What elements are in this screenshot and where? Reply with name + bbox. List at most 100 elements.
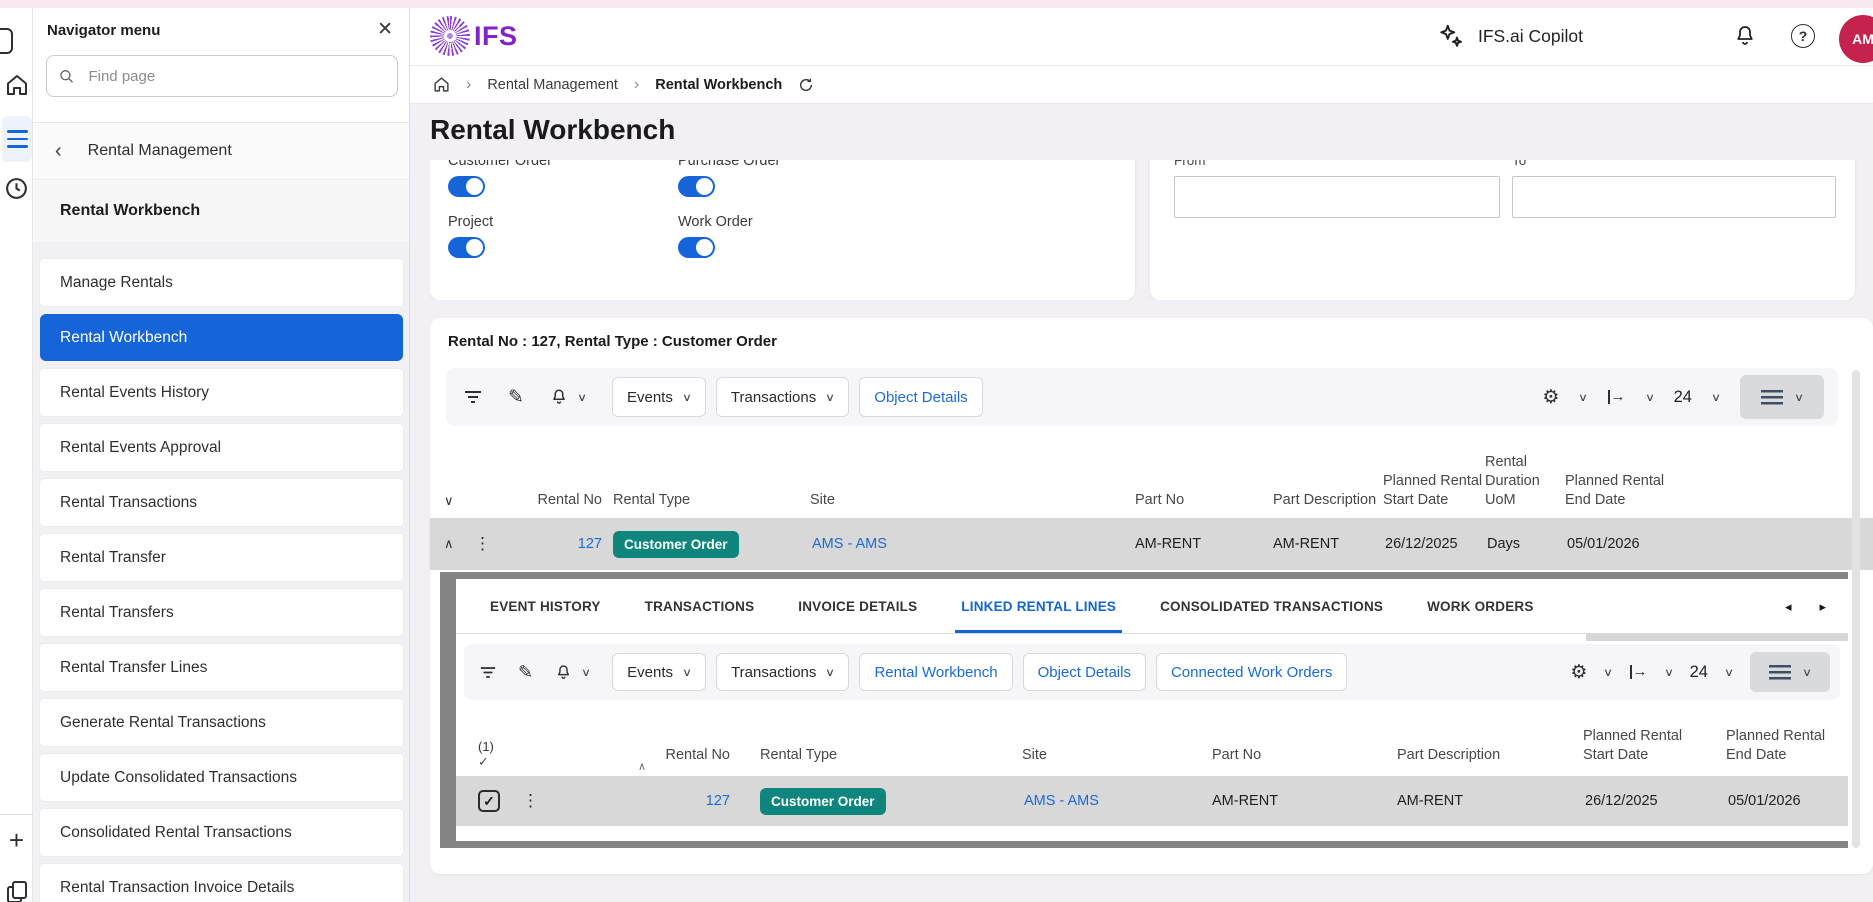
help-icon[interactable]: ? bbox=[1791, 24, 1815, 48]
user-avatar[interactable]: AM bbox=[1839, 15, 1873, 63]
collapse-row-icon[interactable]: ∧ bbox=[444, 518, 454, 570]
col-planned-end[interactable]: Planned Rental End Date bbox=[1565, 472, 1677, 510]
row-menu-kebab-icon[interactable]: ⋮ bbox=[474, 518, 491, 570]
chevron-down-icon[interactable]: ∨ bbox=[1724, 666, 1734, 679]
tabs-scroll-right-icon[interactable]: ▸ bbox=[1819, 599, 1826, 615]
collapse-all-icon[interactable]: ∨ bbox=[444, 491, 454, 510]
col-planned-start[interactable]: Planned Rental Start Date bbox=[1383, 472, 1495, 510]
home-icon[interactable] bbox=[0, 72, 33, 98]
tab-consolidated-transactions[interactable]: CONSOLIDATED TRANSACTIONS bbox=[1160, 579, 1383, 633]
rental-workbench-button[interactable]: Rental Workbench bbox=[859, 653, 1013, 691]
notifications-bell-icon[interactable] bbox=[1733, 24, 1757, 48]
edit-pencil-icon[interactable]: ✎ bbox=[518, 662, 533, 683]
transactions-dropdown[interactable]: Transactions ∨ bbox=[716, 653, 850, 691]
object-details-button[interactable]: Object Details bbox=[1022, 653, 1146, 691]
chevron-down-icon[interactable]: ∨ bbox=[1603, 666, 1613, 679]
select-all-header[interactable]: (1) ✓ bbox=[478, 739, 494, 769]
col-rental-type[interactable]: Rental Type bbox=[613, 491, 690, 510]
chevron-down-icon[interactable]: ∨ bbox=[1664, 666, 1674, 679]
export-icon[interactable]: → bbox=[1607, 389, 1626, 404]
chevron-down-icon[interactable]: ∨ bbox=[577, 391, 587, 404]
col-part-description[interactable]: Part Description bbox=[1397, 746, 1500, 765]
history-icon[interactable] bbox=[0, 176, 33, 201]
object-details-button[interactable]: Object Details bbox=[859, 377, 983, 417]
chevron-down-icon[interactable]: ∨ bbox=[1645, 391, 1655, 404]
search-input[interactable] bbox=[88, 67, 385, 85]
events-dropdown[interactable]: Events ∨ bbox=[612, 653, 707, 691]
col-duration-uom[interactable]: Rental Duration UoM bbox=[1485, 453, 1557, 510]
tabs-scrollbar[interactable] bbox=[1586, 634, 1848, 641]
settings-gear-icon[interactable]: ⚙ bbox=[1570, 661, 1587, 684]
sidebar-item-update-consolidated-transactions[interactable]: Update Consolidated Transactions bbox=[40, 754, 403, 801]
sidebar-item-rental-events-approval[interactable]: Rental Events Approval bbox=[40, 424, 403, 471]
site-link[interactable]: AMS - AMS bbox=[1024, 776, 1099, 826]
pages-icon[interactable] bbox=[0, 874, 33, 902]
connected-work-orders-button[interactable]: Connected Work Orders bbox=[1155, 653, 1348, 691]
settings-gear-icon[interactable]: ⚙ bbox=[1542, 386, 1559, 409]
sidebar-item-consolidated-rental-transactions[interactable]: Consolidated Rental Transactions bbox=[40, 809, 403, 856]
sidebar-item-rental-transfer[interactable]: Rental Transfer bbox=[40, 534, 403, 581]
from-input[interactable] bbox=[1175, 177, 1499, 217]
breadcrumb-rental-management[interactable]: Rental Management bbox=[487, 77, 618, 93]
refresh-icon[interactable] bbox=[798, 77, 814, 93]
customer-order-toggle[interactable] bbox=[448, 176, 485, 197]
site-link[interactable]: AMS - AMS bbox=[812, 518, 887, 570]
col-part-no[interactable]: Part No bbox=[1135, 491, 1184, 510]
add-icon[interactable]: + bbox=[0, 826, 33, 854]
col-planned-end[interactable]: Planned Rental End Date bbox=[1726, 727, 1838, 765]
sidebar-item-rental-transaction-invoice-details[interactable]: Rental Transaction Invoice Details bbox=[40, 864, 403, 902]
purchase-order-toggle[interactable] bbox=[678, 176, 715, 197]
breadcrumb-home-icon[interactable] bbox=[433, 76, 450, 93]
chevron-down-icon[interactable]: ∨ bbox=[1578, 391, 1588, 404]
sidebar-item-manage-rentals[interactable]: Manage Rentals bbox=[40, 259, 403, 306]
col-rental-no[interactable]: Rental No bbox=[642, 746, 730, 765]
sidebar-item-rental-events-history[interactable]: Rental Events History bbox=[40, 369, 403, 416]
row-menu-kebab-icon[interactable]: ⋮ bbox=[522, 776, 539, 826]
sidebar-item-rental-transactions[interactable]: Rental Transactions bbox=[40, 479, 403, 526]
export-icon[interactable]: → bbox=[1629, 664, 1648, 679]
subscribe-bell-icon[interactable] bbox=[555, 664, 572, 681]
page-size-value[interactable]: 24 bbox=[1674, 388, 1692, 407]
tab-event-history[interactable]: EVENT HISTORY bbox=[490, 579, 601, 633]
transactions-dropdown[interactable]: Transactions ∨ bbox=[715, 377, 850, 417]
panel-scrollbar[interactable] bbox=[1852, 370, 1860, 848]
ifs-logo[interactable]: IFS bbox=[430, 16, 518, 56]
col-rental-no[interactable]: Rental No bbox=[510, 491, 602, 510]
chevron-down-icon[interactable]: ∨ bbox=[1711, 391, 1721, 404]
col-site[interactable]: Site bbox=[810, 491, 835, 510]
rental-no-link[interactable]: 127 bbox=[642, 776, 730, 826]
tab-invoice-details[interactable]: INVOICE DETAILS bbox=[798, 579, 917, 633]
chevron-down-icon[interactable]: ∨ bbox=[581, 666, 591, 679]
sidebar-back-row[interactable]: ‹ Rental Management bbox=[33, 123, 409, 180]
events-dropdown[interactable]: Events ∨ bbox=[611, 377, 706, 417]
linked-rental-line-row[interactable]: ✓ ⋮ 127 Customer Order AMS - AMS AM-RENT… bbox=[456, 776, 1848, 826]
sidebar-item-rental-transfer-lines[interactable]: Rental Transfer Lines bbox=[40, 644, 403, 691]
col-part-no[interactable]: Part No bbox=[1212, 746, 1261, 765]
col-planned-start[interactable]: Planned Rental Start Date bbox=[1583, 727, 1695, 765]
filter-icon[interactable] bbox=[480, 666, 496, 679]
sidebar-item-generate-rental-transactions[interactable]: Generate Rental Transactions bbox=[40, 699, 403, 746]
list-view-toggle[interactable]: ∨ bbox=[1740, 375, 1824, 419]
row-checkbox[interactable]: ✓ bbox=[478, 776, 500, 826]
sidebar-item-rental-transfers[interactable]: Rental Transfers bbox=[40, 589, 403, 636]
sidebar-item-rental-workbench[interactable]: Rental Workbench bbox=[40, 314, 403, 361]
work-order-toggle[interactable] bbox=[678, 237, 715, 258]
navigator-menu-icon[interactable] bbox=[2, 116, 32, 162]
list-view-toggle[interactable]: ∨ bbox=[1750, 652, 1830, 692]
subscribe-bell-icon[interactable] bbox=[550, 388, 568, 406]
project-toggle[interactable] bbox=[448, 237, 485, 258]
page-size-value[interactable]: 24 bbox=[1690, 663, 1708, 682]
filter-icon[interactable] bbox=[464, 390, 482, 404]
rental-no-link[interactable]: 127 bbox=[510, 518, 602, 570]
app-panel-icon[interactable] bbox=[0, 28, 13, 54]
to-input[interactable] bbox=[1513, 177, 1835, 217]
tabs-scroll-left-icon[interactable]: ◂ bbox=[1785, 599, 1792, 615]
tab-linked-rental-lines[interactable]: LINKED RENTAL LINES bbox=[955, 579, 1122, 633]
rental-row-127[interactable]: ∧ ⋮ 127 Customer Order AMS - AMS AM-RENT… bbox=[430, 518, 1873, 570]
copilot-button[interactable]: IFS.ai Copilot bbox=[1438, 23, 1583, 49]
col-site[interactable]: Site bbox=[1022, 746, 1047, 765]
col-part-description[interactable]: Part Description bbox=[1273, 491, 1376, 510]
col-rental-type[interactable]: Rental Type bbox=[760, 746, 837, 765]
find-page-search[interactable] bbox=[46, 55, 398, 97]
tab-work-orders[interactable]: WORK ORDERS bbox=[1427, 579, 1533, 633]
